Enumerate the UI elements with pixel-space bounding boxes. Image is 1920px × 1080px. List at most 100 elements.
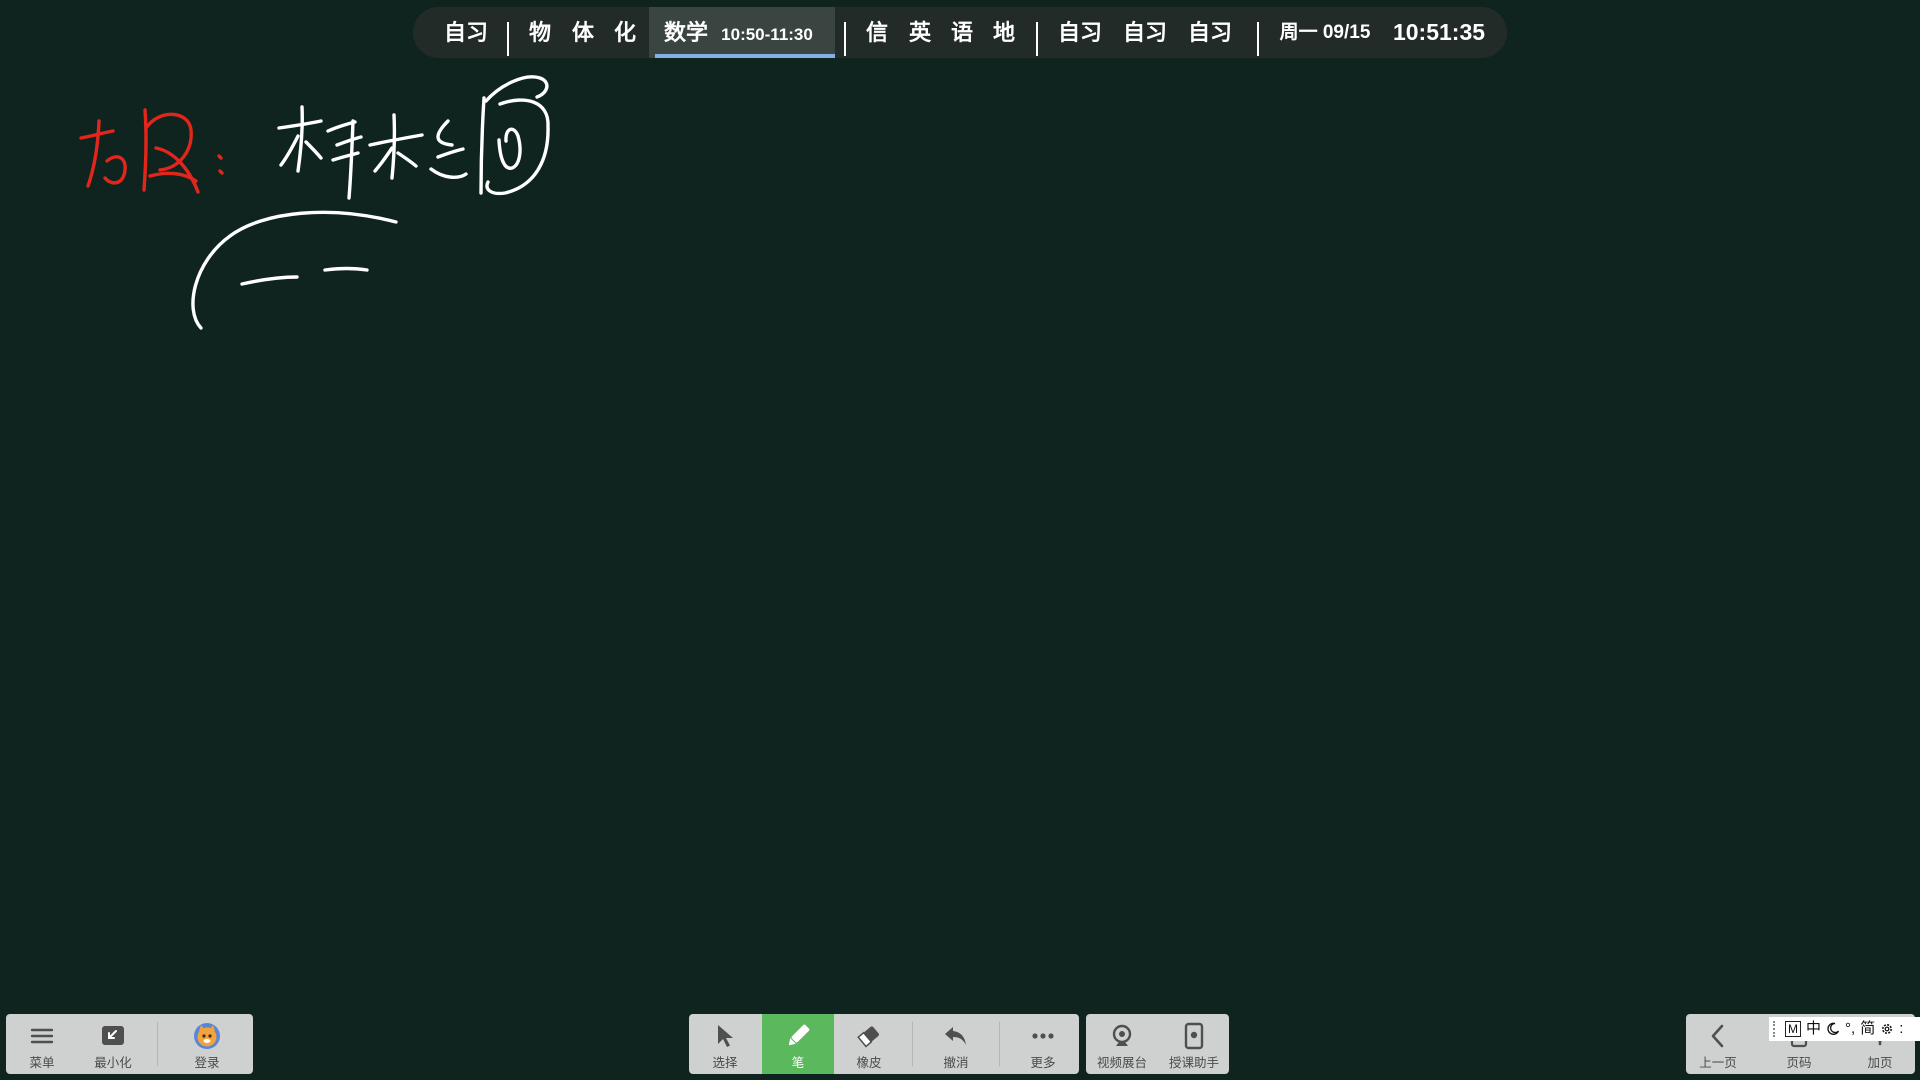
eraser-tool-button[interactable]: 橡皮 [836, 1014, 902, 1074]
previous-page-label: 上一页 [1699, 1056, 1737, 1070]
minimize-icon [99, 1022, 127, 1050]
schedule-slot: 自习 [1187, 20, 1233, 45]
date-label: 周一 09/15 [1279, 22, 1371, 43]
schedule-slot: 信 [865, 20, 889, 45]
current-class-subject: 数学 [663, 20, 709, 45]
menu-button[interactable]: 菜单 [9, 1014, 75, 1074]
schedule-slot: 地 [992, 20, 1016, 45]
ink-stroke [479, 96, 486, 195]
ink-stroke [103, 155, 127, 185]
ink-stroke [277, 119, 323, 130]
ime-more-toggle[interactable]: : [1899, 1017, 1903, 1041]
ink-stroke [217, 154, 223, 160]
ink-stroke [436, 119, 454, 147]
cursor-icon [711, 1022, 739, 1050]
red-ink-group [79, 108, 224, 194]
minimize-label: 最小化 [94, 1056, 132, 1070]
pen-tool-button[interactable]: 笔 [762, 1014, 834, 1074]
toolbar-divider [157, 1022, 158, 1066]
ink-stroke [331, 151, 360, 162]
login-label: 登录 [194, 1056, 220, 1070]
select-label: 选择 [712, 1056, 738, 1070]
white-ink-group [191, 75, 550, 330]
schedule-slot: 语 [950, 20, 974, 45]
schedule-slot: 自习 [1122, 20, 1168, 45]
ime-drag-handle[interactable] [1773, 1021, 1777, 1037]
extra-toolbar: 视频展台 授课助手 [1086, 1014, 1229, 1074]
ink-stroke [304, 140, 323, 160]
whiteboard-ink-layer[interactable] [0, 0, 1920, 1080]
ink-stroke [240, 275, 299, 286]
ink-stroke [497, 127, 522, 170]
clock-label: 10:51:35 [1392, 19, 1486, 45]
video-booth-button[interactable]: 视频展台 [1089, 1014, 1155, 1074]
schedule-separator [1036, 22, 1038, 56]
login-button[interactable]: 登录 [174, 1014, 240, 1074]
menu-label: 菜单 [29, 1056, 55, 1070]
eraser-label: 橡皮 [856, 1056, 882, 1070]
more-label: 更多 [1030, 1056, 1056, 1070]
chevron-left-icon [1704, 1022, 1732, 1050]
schedule-slot: 自习 [443, 20, 489, 45]
schedule-bar: 自习 物 体 化 数学 10:50-11:30 信 英 语 地 自习 自习 自习… [413, 7, 1507, 58]
ink-stroke [484, 75, 549, 103]
ink-stroke [144, 112, 193, 172]
schedule-separator [844, 22, 846, 56]
schedule-slot: 体 [571, 20, 595, 45]
ink-stroke [390, 113, 397, 180]
minimize-button[interactable]: 最小化 [80, 1014, 146, 1074]
schedule-separator [1257, 22, 1259, 56]
ink-stroke [154, 146, 200, 194]
more-icon [1029, 1022, 1057, 1050]
ink-stroke [368, 133, 424, 147]
phone-assistant-icon [1180, 1022, 1208, 1050]
ink-stroke [326, 120, 357, 133]
ime-charset-toggle[interactable]: 简 [1860, 1017, 1875, 1041]
current-class-underline [655, 54, 835, 58]
more-button[interactable]: 更多 [1010, 1014, 1076, 1074]
current-class-time: 10:50-11:30 [721, 25, 813, 44]
teaching-assistant-label: 授课助手 [1168, 1056, 1219, 1070]
previous-page-button[interactable]: 上一页 [1686, 1014, 1751, 1074]
schedule-slot: 自习 [1057, 20, 1103, 45]
ime-punctuation-toggle[interactable]: °, [1845, 1017, 1855, 1041]
ink-stroke [429, 167, 468, 179]
schedule-separator [507, 22, 509, 56]
webcam-icon [1108, 1022, 1136, 1050]
ink-stroke [323, 266, 369, 272]
ink-stroke [436, 147, 465, 159]
moon-icon[interactable] [1826, 1022, 1845, 1036]
undo-button[interactable]: 撤消 [923, 1014, 989, 1074]
video-booth-label: 视频展台 [1096, 1056, 1147, 1070]
ime-mode-button[interactable]: M [1785, 1021, 1801, 1037]
eraser-icon [855, 1022, 883, 1050]
ime-status-bar[interactable]: M 中 °, 简 : [1769, 1017, 1920, 1041]
undo-icon [942, 1022, 970, 1050]
menu-icon [28, 1022, 56, 1050]
toolbar-divider [912, 1022, 913, 1066]
ink-stroke [347, 119, 355, 200]
ink-stroke [218, 169, 224, 175]
ink-stroke [335, 135, 363, 147]
left-toolbar: 菜单 最小化 登录 [6, 1014, 253, 1074]
select-tool-button[interactable]: 选择 [692, 1014, 758, 1074]
ink-stroke [485, 98, 550, 196]
pen-icon [784, 1022, 812, 1050]
ink-stroke [279, 134, 300, 167]
ink-stroke [396, 151, 418, 168]
page-number-label: 页码 [1786, 1056, 1812, 1070]
teaching-assistant-button[interactable]: 授课助手 [1161, 1014, 1227, 1074]
ink-stroke [296, 105, 304, 173]
tool-toolbar: 选择 笔 橡皮 撤消 更多 [689, 1014, 1079, 1074]
ink-stroke [191, 210, 398, 330]
gear-icon[interactable] [1880, 1022, 1899, 1036]
ime-language-toggle[interactable]: 中 [1806, 1017, 1821, 1041]
schedule-slot: 英 [908, 20, 932, 45]
schedule-slot: 物 [528, 20, 552, 45]
pen-label: 笔 [791, 1056, 805, 1070]
toolbar-divider [999, 1022, 1000, 1066]
undo-label: 撤消 [943, 1056, 969, 1070]
ink-stroke [86, 119, 101, 188]
ink-stroke [79, 129, 115, 140]
current-class-highlight: 数学 10:50-11:30 [649, 7, 835, 58]
